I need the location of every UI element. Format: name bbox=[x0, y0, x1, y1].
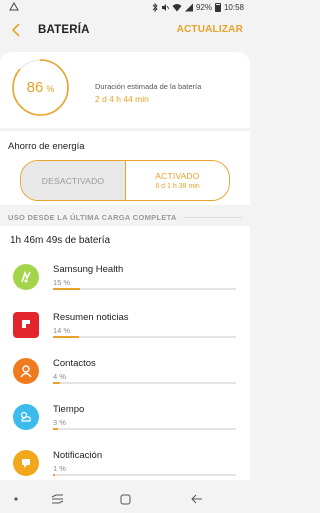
section-divider bbox=[182, 217, 242, 218]
usage-bar-fill bbox=[53, 474, 55, 476]
app-percent: 3 % bbox=[53, 418, 66, 427]
power-saving-off-option[interactable]: DESACTIVADO bbox=[21, 161, 125, 200]
usage-bar-fill bbox=[53, 382, 61, 384]
usage-bar bbox=[53, 382, 236, 384]
usage-section-title: USO DESDE LA ÚLTIMA CARGA COMPLETA bbox=[8, 213, 177, 222]
notification-app-icon bbox=[13, 450, 39, 476]
list-item-tiempo[interactable]: Tiempo 3 % bbox=[0, 401, 250, 447]
wifi-icon bbox=[172, 3, 182, 11]
power-saving-on-value: 6 d 1 h 38 min bbox=[155, 183, 200, 190]
app-name: Notificación bbox=[53, 450, 103, 461]
battery-level-number: 86 bbox=[26, 79, 44, 96]
battery-icon bbox=[214, 2, 221, 12]
chevron-left-icon[interactable] bbox=[10, 22, 24, 38]
status-bar: 92% 10:58 bbox=[0, 0, 250, 14]
flipboard-icon bbox=[13, 312, 39, 338]
estimate-value: 2 d 4 h 44 min bbox=[95, 94, 149, 104]
power-saving-toggle: DESACTIVADO ACTIVADO 6 d 1 h 38 min bbox=[20, 160, 230, 201]
app-percent: 4 % bbox=[53, 372, 66, 381]
app-name: Samsung Health bbox=[53, 264, 124, 275]
back-arrow-icon[interactable] bbox=[190, 492, 204, 506]
app-percent: 14 % bbox=[53, 326, 71, 335]
battery-level: 86 % bbox=[11, 58, 70, 117]
recent-apps-icon[interactable] bbox=[50, 492, 64, 506]
app-percent: 1 % bbox=[53, 464, 66, 473]
refresh-button[interactable]: ACTUALIZAR bbox=[177, 24, 243, 35]
weather-icon bbox=[13, 404, 39, 430]
app-header: BATERÍA ACTUALIZAR bbox=[0, 14, 250, 48]
usage-bar bbox=[53, 474, 236, 476]
app-name: Resumen noticias bbox=[53, 312, 129, 323]
battery-level-unit: % bbox=[46, 84, 55, 94]
power-saving-label: Ahorro de energía bbox=[8, 141, 85, 152]
estimate-label: Duración estimada de la batería bbox=[95, 82, 202, 91]
samsung-health-icon bbox=[13, 264, 39, 290]
notification-icon bbox=[9, 2, 19, 11]
navigation-bar bbox=[0, 485, 250, 513]
page-title: BATERÍA bbox=[38, 24, 90, 36]
mute-icon bbox=[161, 3, 169, 11]
status-time: 10:58 bbox=[223, 2, 244, 12]
status-battery-percent: 92% bbox=[195, 2, 212, 12]
usage-bar bbox=[53, 428, 236, 430]
list-item-resumen-noticias[interactable]: Resumen noticias 14 % bbox=[0, 309, 250, 355]
time-on-battery: 1h 46m 49s de batería bbox=[10, 235, 111, 246]
dot-icon[interactable] bbox=[9, 492, 23, 506]
home-icon[interactable] bbox=[118, 492, 132, 506]
usage-bar-fill bbox=[53, 336, 79, 338]
usage-bar bbox=[53, 336, 236, 338]
app-name: Contactos bbox=[53, 358, 96, 369]
usage-bar-fill bbox=[53, 288, 81, 290]
bluetooth-icon bbox=[152, 2, 158, 12]
usage-bar-fill bbox=[53, 428, 59, 430]
signal-icon bbox=[184, 3, 193, 11]
power-saving-on-label: ACTIVADO bbox=[155, 171, 200, 181]
list-item-contactos[interactable]: Contactos 4 % bbox=[0, 355, 250, 401]
usage-bar bbox=[53, 288, 236, 290]
app-percent: 15 % bbox=[53, 278, 71, 287]
list-item-samsung-health[interactable]: Samsung Health 15 % bbox=[0, 261, 250, 307]
power-saving-on-option[interactable]: ACTIVADO 6 d 1 h 38 min bbox=[125, 161, 229, 200]
usage-section-header: USO DESDE LA ÚLTIMA CARGA COMPLETA bbox=[8, 213, 242, 222]
app-name: Tiempo bbox=[53, 404, 85, 415]
contacts-icon bbox=[13, 358, 39, 384]
power-saving-off-label: DESACTIVADO bbox=[41, 175, 105, 186]
